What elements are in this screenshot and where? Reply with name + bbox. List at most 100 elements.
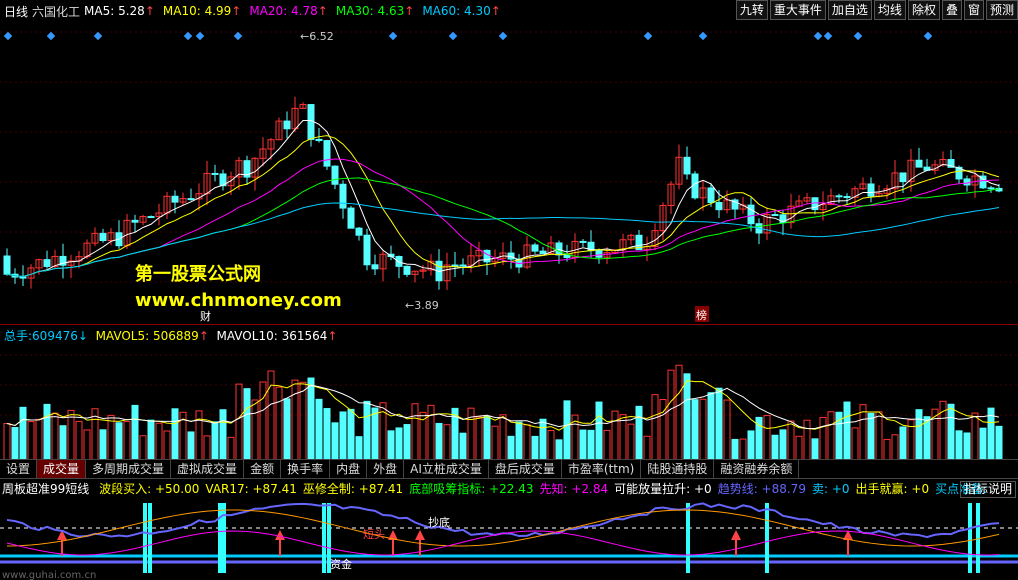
candle-body xyxy=(867,183,875,197)
volume-bar xyxy=(515,421,523,460)
volume-bar xyxy=(307,377,315,460)
ma-item: MA5: 5.28↑ xyxy=(84,4,155,18)
volume-bar xyxy=(403,424,411,460)
volume-bar xyxy=(651,394,659,460)
volume-bar xyxy=(51,412,59,460)
toolbar-button[interactable]: 加自选 xyxy=(827,0,872,20)
tab-item[interactable]: 换手率 xyxy=(281,460,331,478)
ma-list: MA5: 5.28↑ MA10: 4.99↑ MA20: 4.78↑ MA30: 4.… xyxy=(84,4,509,18)
candle-body xyxy=(147,216,155,219)
event-diamond xyxy=(183,31,193,41)
candle-body xyxy=(187,198,195,201)
volume-bar xyxy=(3,422,11,460)
volume-bar xyxy=(555,439,563,460)
candle-body xyxy=(403,265,411,275)
candle-body xyxy=(99,232,107,242)
volume-bar xyxy=(771,434,779,460)
indicator-help-button[interactable]: 指标说明 xyxy=(959,481,1016,498)
tab-item[interactable]: 融资融券余额 xyxy=(714,460,800,478)
event-diamond xyxy=(93,31,103,41)
volume-bar xyxy=(683,373,691,460)
volume-bar xyxy=(883,438,891,460)
candle-body xyxy=(171,195,179,203)
tab-item[interactable]: 盘后成交量 xyxy=(489,460,562,478)
volume-bar xyxy=(619,414,627,460)
volume-bar xyxy=(587,429,595,460)
volume-bar xyxy=(915,409,923,460)
toolbar-button[interactable]: 除权 xyxy=(907,0,940,20)
event-diamond xyxy=(813,31,823,41)
volume-bar xyxy=(259,381,267,460)
volume-bar xyxy=(411,403,419,460)
volume-bar xyxy=(699,398,707,460)
volume-bar xyxy=(499,414,507,460)
volume-bar xyxy=(363,400,371,460)
event-diamond xyxy=(195,31,205,41)
list-marker: 榜 xyxy=(696,308,707,322)
volume-header: 总手:609476↓ MAVOL5: 506889↑ MAVOL10: 3615… xyxy=(4,329,338,343)
volume-bar xyxy=(635,405,643,460)
ma-item: MA30: 4.63↑ xyxy=(335,4,415,18)
toolbar-button[interactable]: 九转 xyxy=(735,0,768,20)
indicator-value: 底部吸筹指标: +22.43 xyxy=(409,482,534,496)
toolbar-button[interactable]: 重大事件 xyxy=(769,0,826,20)
event-diamond xyxy=(853,31,863,41)
event-diamond xyxy=(823,31,833,41)
tab-item[interactable]: 虚拟成交量 xyxy=(171,460,245,478)
tab-item[interactable]: 多周期成交量 xyxy=(86,460,172,478)
toolbar-button[interactable]: 叠 xyxy=(941,0,962,20)
toolbar-button[interactable]: 均线 xyxy=(873,0,906,20)
toolbar-button[interactable]: 预测 xyxy=(985,0,1018,20)
volume-bar xyxy=(155,422,163,460)
candle-body xyxy=(395,256,403,267)
event-diamond xyxy=(46,31,56,41)
ma-item: MA20: 4.78↑ xyxy=(249,4,328,18)
volume-bar xyxy=(643,435,651,460)
volume-bar xyxy=(19,406,27,460)
volume-bar xyxy=(387,430,395,460)
signal-bar xyxy=(968,503,972,573)
period-label[interactable]: 日线 xyxy=(4,3,28,20)
money-label: 资金 xyxy=(330,557,352,571)
candle-body xyxy=(355,227,363,236)
volume-bar xyxy=(611,410,619,460)
indicator-chart[interactable]: 短头 抄底资金 www.guhai.com.cn xyxy=(0,498,1018,580)
signal-bar xyxy=(218,503,222,573)
tab-item[interactable]: 内盘 xyxy=(330,460,368,478)
buy-arrow-head xyxy=(415,530,425,540)
volume-bar xyxy=(995,425,1003,460)
finance-marker: 财 xyxy=(200,309,211,323)
volume-bar xyxy=(59,425,67,460)
tab-item[interactable]: 陆股通持股 xyxy=(641,460,715,478)
volume-bar xyxy=(859,404,867,460)
candle-body xyxy=(347,207,355,229)
tab-item[interactable]: 金额 xyxy=(244,460,282,478)
tab-item[interactable]: 设置 xyxy=(0,460,38,478)
volume-bar xyxy=(43,403,51,460)
volume-panel[interactable]: 总手:609476↓ MAVOL5: 506889↑ MAVOL10: 3615… xyxy=(0,324,1018,460)
toolbar-button[interactable]: 窗 xyxy=(963,0,984,20)
indicator-value: VAR17: +87.41 xyxy=(205,482,297,496)
volume-bar xyxy=(211,421,219,460)
tab-item[interactable]: 外盘 xyxy=(367,460,405,478)
candle-body xyxy=(987,187,995,190)
tab-item[interactable]: AI立桩成交量 xyxy=(404,460,489,478)
candle-body xyxy=(539,250,547,255)
tab-item[interactable]: 成交量 xyxy=(37,460,87,478)
watermark-title: 第一股票公式网 xyxy=(135,264,261,285)
volume-bar xyxy=(443,424,451,460)
candle-body xyxy=(43,259,51,267)
volume-bar xyxy=(235,383,243,460)
candle-body xyxy=(315,138,323,142)
indicator-value: 波段买入: +50.00 xyxy=(99,482,200,496)
volume-bar xyxy=(227,436,235,460)
volume-bar xyxy=(291,379,299,460)
volume-bar xyxy=(723,399,731,460)
candle-body xyxy=(131,219,139,223)
indicator-value: 巫修全制: +87.41 xyxy=(302,482,404,496)
indicator-name[interactable]: 周板超准99短线 xyxy=(2,482,89,496)
volume-bar xyxy=(107,414,115,460)
tab-item[interactable]: 市盈率(ttm) xyxy=(562,460,642,478)
volume-bar xyxy=(531,435,539,460)
volume-bar xyxy=(27,421,35,460)
